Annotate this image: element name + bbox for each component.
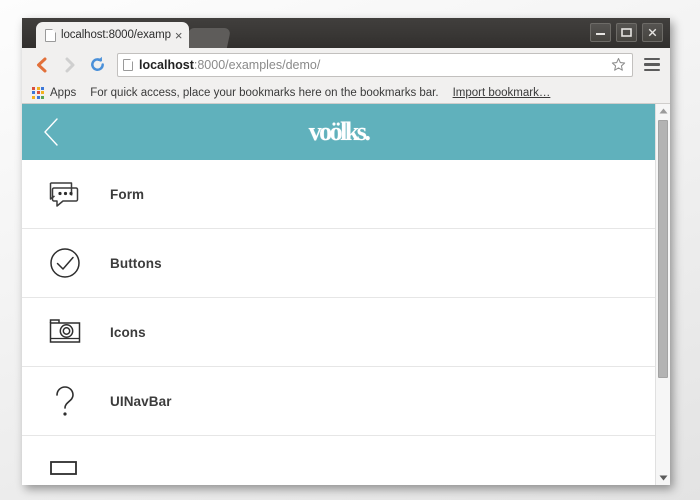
apps-grid-dot-1 — [36, 86, 40, 90]
list-item[interactable] — [22, 436, 655, 485]
apps-grid-dot-8 — [41, 95, 44, 99]
list-item[interactable]: Buttons — [22, 229, 655, 298]
close-icon[interactable] — [642, 23, 663, 42]
menu-bar-2 — [644, 63, 660, 66]
apps-grid-dot-5 — [41, 91, 44, 94]
camera-icon — [44, 311, 86, 353]
question-mark-icon — [44, 380, 86, 422]
demo-list: Form Buttons Icons UINavBar — [22, 160, 655, 485]
url-text: localhost:8000/examples/demo/ — [139, 58, 608, 72]
chevron-left-icon[interactable] — [38, 116, 64, 148]
speech-bubble-dots-icon — [44, 173, 86, 215]
page-viewport: voölks. Form Buttons Icons UINavBar — [22, 104, 670, 485]
list-item-label: Form — [110, 186, 145, 202]
import-bookmarks-link[interactable]: Import bookmark… — [453, 87, 551, 99]
check-circle-icon — [44, 242, 86, 284]
close-icon[interactable]: × — [175, 29, 183, 42]
list-item-label: Icons — [110, 324, 146, 340]
list-item[interactable]: UINavBar — [22, 367, 655, 436]
browser-toolbar: localhost:8000/examples/demo/ — [22, 48, 670, 82]
window-controls — [590, 23, 663, 42]
reload-icon[interactable] — [86, 53, 108, 77]
new-tab-button[interactable] — [185, 28, 232, 48]
apps-grid-dot-0 — [32, 86, 35, 90]
brand-logo: voölks. — [308, 117, 371, 146]
window-titlebar: localhost:8000/examp × — [22, 18, 670, 48]
url-bar[interactable]: localhost:8000/examples/demo/ — [117, 52, 633, 77]
bookmarks-hint: For quick access, place your bookmarks h… — [90, 86, 439, 99]
page-scrollbar[interactable] — [655, 104, 670, 485]
list-item-label: UINavBar — [110, 393, 172, 409]
apps-grid-dot-2 — [41, 86, 44, 90]
menu-bar-3 — [644, 68, 660, 72]
scrollbar-track[interactable] — [656, 118, 670, 471]
apps-grid-dot-6 — [32, 95, 35, 99]
list-item-label: Buttons — [110, 255, 162, 271]
forward-arrow-icon[interactable] — [58, 53, 80, 77]
scroll-down-arrow-icon[interactable] — [656, 471, 670, 485]
minimize-icon[interactable] — [590, 23, 611, 42]
tab-title: localhost:8000/examp — [61, 29, 171, 41]
star-icon[interactable] — [608, 55, 628, 75]
apps-label[interactable]: Apps — [50, 87, 76, 99]
url-path: :8000/examples/demo/ — [193, 57, 321, 72]
list-item[interactable]: Icons — [22, 298, 655, 367]
browser-window: localhost:8000/examp × localhost:8000/ex… — [22, 18, 670, 485]
apps-grid-icon[interactable] — [32, 86, 44, 99]
maximize-icon[interactable] — [616, 23, 637, 42]
app-navbar: voölks. — [22, 104, 655, 160]
scroll-up-arrow-icon[interactable] — [656, 104, 670, 118]
hamburger-menu-icon[interactable] — [642, 53, 662, 77]
web-page: voölks. Form Buttons Icons UINavBar — [22, 104, 655, 485]
back-arrow-icon[interactable] — [30, 53, 52, 77]
rectangle-icon — [44, 449, 86, 485]
document-icon — [45, 28, 56, 42]
apps-grid-dot-4 — [36, 91, 40, 94]
apps-grid-dot-3 — [32, 91, 35, 94]
page-document-icon — [123, 58, 133, 71]
bookmarks-bar: Apps For quick access, place your bookma… — [22, 82, 670, 104]
apps-grid-dot-7 — [36, 95, 40, 99]
scrollbar-thumb[interactable] — [658, 120, 668, 378]
browser-tab[interactable]: localhost:8000/examp × — [36, 22, 190, 48]
menu-bar-1 — [644, 57, 660, 61]
url-host: localhost — [139, 57, 194, 72]
list-item[interactable]: Form — [22, 160, 655, 229]
